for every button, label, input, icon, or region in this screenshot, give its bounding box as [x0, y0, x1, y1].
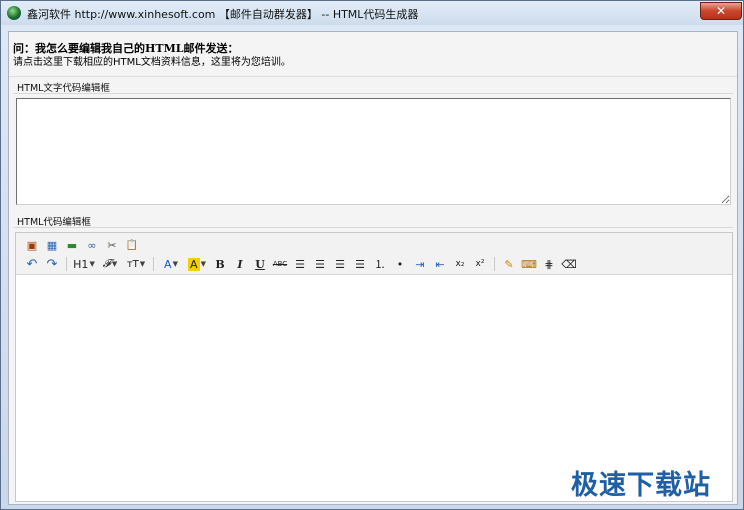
font-icon: 𝓕: [102, 257, 111, 270]
title-bar[interactable]: 鑫河软件 http://www.xinhesoft.com 【邮件自动群发器】 …: [1, 1, 743, 25]
underline-button[interactable]: U: [250, 255, 270, 273]
bold-button[interactable]: B: [210, 255, 230, 273]
grid-icon[interactable]: ⋕: [539, 255, 559, 273]
section-separator: [13, 93, 733, 94]
app-window: 鑫河软件 http://www.xinhesoft.com 【邮件自动群发器】 …: [0, 0, 744, 510]
highlight-icon: A: [188, 257, 200, 271]
align-left-icon[interactable]: ☰: [290, 255, 310, 273]
indent-icon[interactable]: ⇥: [410, 255, 430, 273]
paste-icon[interactable]: 📋: [122, 236, 142, 254]
download-hint-link[interactable]: 请点击这里下载相应的HTML文档资料信息，这里将为您培训。: [13, 53, 291, 68]
font-color-dropdown[interactable]: A ▼: [158, 255, 184, 273]
italic-button[interactable]: I: [230, 255, 250, 273]
chevron-down-icon: ▼: [139, 260, 146, 268]
outdent-icon[interactable]: ⇤: [430, 255, 450, 273]
insert-link-icon[interactable]: ∞: [82, 236, 102, 254]
insert-image-icon[interactable]: ▣: [22, 236, 42, 254]
divider: [9, 76, 737, 77]
toolbar-separator: [494, 257, 495, 271]
html-code-editor: ▣ ▦ ▬ ∞ ✂ 📋 ↶ ↷ H1 ▼ 𝓕 ▼ тT ▼ A ▼ A ▼ B …: [15, 232, 733, 502]
chevron-down-icon: ▼: [172, 260, 178, 268]
toolbar-row-1: ▣ ▦ ▬ ∞ ✂ 📋: [22, 236, 142, 254]
align-justify-icon[interactable]: ☰: [350, 255, 370, 273]
font-size-dropdown[interactable]: тT ▼: [123, 255, 149, 273]
section-separator: [13, 227, 733, 228]
insert-table-icon[interactable]: ▦: [42, 236, 62, 254]
align-right-icon[interactable]: ☰: [330, 255, 350, 273]
eraser-icon[interactable]: ⌫: [559, 255, 579, 273]
chevron-down-icon: ▼: [111, 260, 118, 268]
clean-format-icon[interactable]: ✎: [499, 255, 519, 273]
align-center-icon[interactable]: ☰: [310, 255, 330, 273]
toolbar-row-2: ↶ ↷ H1 ▼ 𝓕 ▼ тT ▼ A ▼ A ▼ B I U ABC ☰ ☰ ☰: [22, 255, 579, 273]
undo-icon[interactable]: ↶: [22, 255, 42, 273]
text-editor-label: HTML文字代码编辑框: [17, 83, 110, 94]
chevron-down-icon: ▼: [89, 260, 95, 268]
code-editor-label: HTML代码编辑框: [17, 217, 91, 228]
font-size-icon: тT: [126, 258, 139, 270]
unlink-icon[interactable]: ✂: [102, 236, 122, 254]
close-button[interactable]: ✕: [700, 2, 742, 20]
highlight-color-dropdown[interactable]: A ▼: [184, 255, 210, 273]
toolbar-separator: [153, 257, 154, 271]
editor-toolbar: ▣ ▦ ▬ ∞ ✂ 📋 ↶ ↷ H1 ▼ 𝓕 ▼ тT ▼ A ▼ A ▼ B …: [16, 233, 732, 275]
heading-dropdown[interactable]: H1 ▼: [71, 255, 97, 273]
superscript-icon[interactable]: x²: [470, 255, 490, 273]
chevron-down-icon: ▼: [200, 260, 206, 268]
source-code-icon[interactable]: ⌨: [519, 255, 539, 273]
ordered-list-icon[interactable]: ⒈: [370, 255, 390, 273]
strikethrough-button[interactable]: ABC: [270, 255, 290, 273]
toolbar-separator: [66, 257, 67, 271]
subscript-icon[interactable]: x₂: [450, 255, 470, 273]
watermark-logo: 极速下载站: [571, 470, 711, 501]
app-globe-icon: [7, 6, 21, 20]
heading-label: H1: [73, 257, 89, 271]
unordered-list-icon[interactable]: •: [390, 255, 410, 273]
html-text-input[interactable]: [16, 98, 731, 205]
font-color-icon: A: [164, 257, 172, 271]
window-title: 鑫河软件 http://www.xinhesoft.com 【邮件自动群发器】 …: [27, 8, 419, 21]
font-family-dropdown[interactable]: 𝓕 ▼: [97, 255, 123, 273]
insert-hr-icon[interactable]: ▬: [62, 236, 82, 254]
redo-icon[interactable]: ↷: [42, 255, 62, 273]
client-area: 问：我怎么要编辑我自己的HTML邮件发送： 请点击这里下载相应的HTML文档资料…: [8, 31, 738, 505]
